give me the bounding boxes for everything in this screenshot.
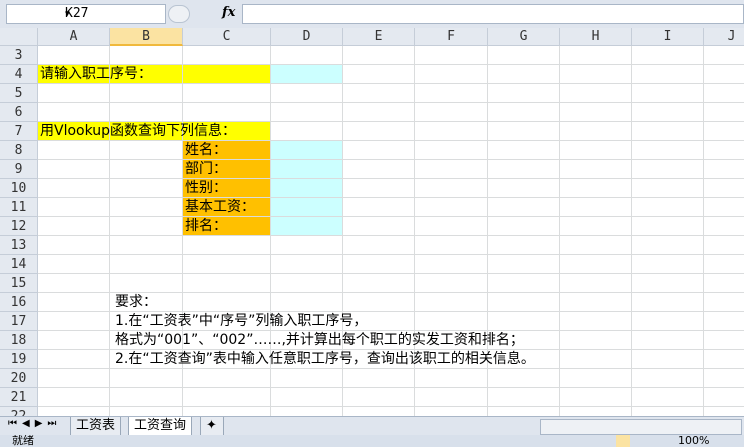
row-header-3[interactable]: 3 [0,46,38,65]
column-header-A[interactable]: A [38,28,110,46]
cell-B17[interactable]: 1.在“工资表”中“序号”列输入职工序号， [115,312,367,331]
gridline [38,197,744,198]
cell-C8[interactable]: 姓名： [185,141,227,160]
row-header-18[interactable]: 18 [0,331,38,350]
row-header-12[interactable]: 12 [0,217,38,236]
row-header-19[interactable]: 19 [0,350,38,369]
function-icon[interactable]: fx [222,5,235,20]
zoom-level[interactable]: 100% [678,435,709,447]
cell-C9[interactable]: 部门： [185,160,227,179]
column-header-D[interactable]: D [271,28,343,46]
formula-bar: K27 ▼ fx [0,0,744,29]
cell-A7[interactable]: 用Vlookup函数查询下列信息： [40,122,236,141]
select-all-corner[interactable] [0,28,38,46]
column-header-C[interactable]: C [183,28,271,46]
column-header-I[interactable]: I [632,28,704,46]
cell-C12[interactable]: 排名： [185,217,227,236]
row-header-16[interactable]: 16 [0,293,38,312]
gridline [38,273,744,274]
gridline [38,387,744,388]
row-header-5[interactable]: 5 [0,84,38,103]
row-header-8[interactable]: 8 [0,141,38,160]
name-box[interactable]: K27 ▼ [6,4,166,24]
column-header-E[interactable]: E [343,28,415,46]
column-header-B[interactable]: B [110,28,183,46]
gridline [38,159,744,160]
chevron-down-icon[interactable]: ▼ [65,5,159,23]
row-header-17[interactable]: 17 [0,312,38,331]
gridline [38,406,744,407]
row-header-14[interactable]: 14 [0,255,38,274]
column-header-H[interactable]: H [560,28,632,46]
gridline [38,102,744,103]
row-header-11[interactable]: 11 [0,198,38,217]
sheet-tab-bar: ⏮◀▶⏭ 工资表 工资查询 ✦ [0,416,744,436]
row-header-4[interactable]: 4 [0,65,38,84]
row-header-10[interactable]: 10 [0,179,38,198]
row-header-21[interactable]: 21 [0,388,38,407]
cell-B18[interactable]: 格式为“001”、“002”……,并计算出每个职工的实发工资和排名； [115,331,524,350]
cell-fill-cyan [271,65,343,84]
gridline [38,254,744,255]
tab-gongzichaxun[interactable]: 工资查询 [128,417,193,436]
column-header-F[interactable]: F [415,28,488,46]
status-ready: 就绪 [12,435,34,447]
cell-B16[interactable]: 要求： [115,293,157,312]
row-header-6[interactable]: 6 [0,103,38,122]
column-header-J[interactable]: J [704,28,744,46]
gridline [38,216,744,217]
tab-gongzibiao[interactable]: 工资表 [70,417,122,436]
gridline [38,178,744,179]
column-header-G[interactable]: G [488,28,560,46]
row-header-20[interactable]: 20 [0,369,38,388]
row-header-9[interactable]: 9 [0,160,38,179]
status-bar: 就绪 100% [0,435,744,447]
tab-nav-arrows-icon[interactable]: ⏮◀▶⏭ [8,418,61,429]
cell-C11[interactable]: 基本工资： [185,198,255,217]
formula-input[interactable] [242,4,744,24]
cell-B19[interactable]: 2.在“工资查询”表中输入任意职工序号，查询出该职工的相关信息。 [115,350,535,369]
cell-C10[interactable]: 性别： [185,179,227,198]
horizontal-scrollbar[interactable] [540,419,742,435]
row-header-7[interactable]: 7 [0,122,38,141]
cell-fill-cyan [271,141,343,236]
cell-A4[interactable]: 请输入职工序号： [40,65,152,84]
gridline [38,235,744,236]
expand-handle[interactable] [168,5,190,23]
row-header-15[interactable]: 15 [0,274,38,293]
normal-view-icon[interactable] [616,435,630,447]
row-header-13[interactable]: 13 [0,236,38,255]
insert-sheet-icon[interactable]: ✦ [200,417,224,436]
